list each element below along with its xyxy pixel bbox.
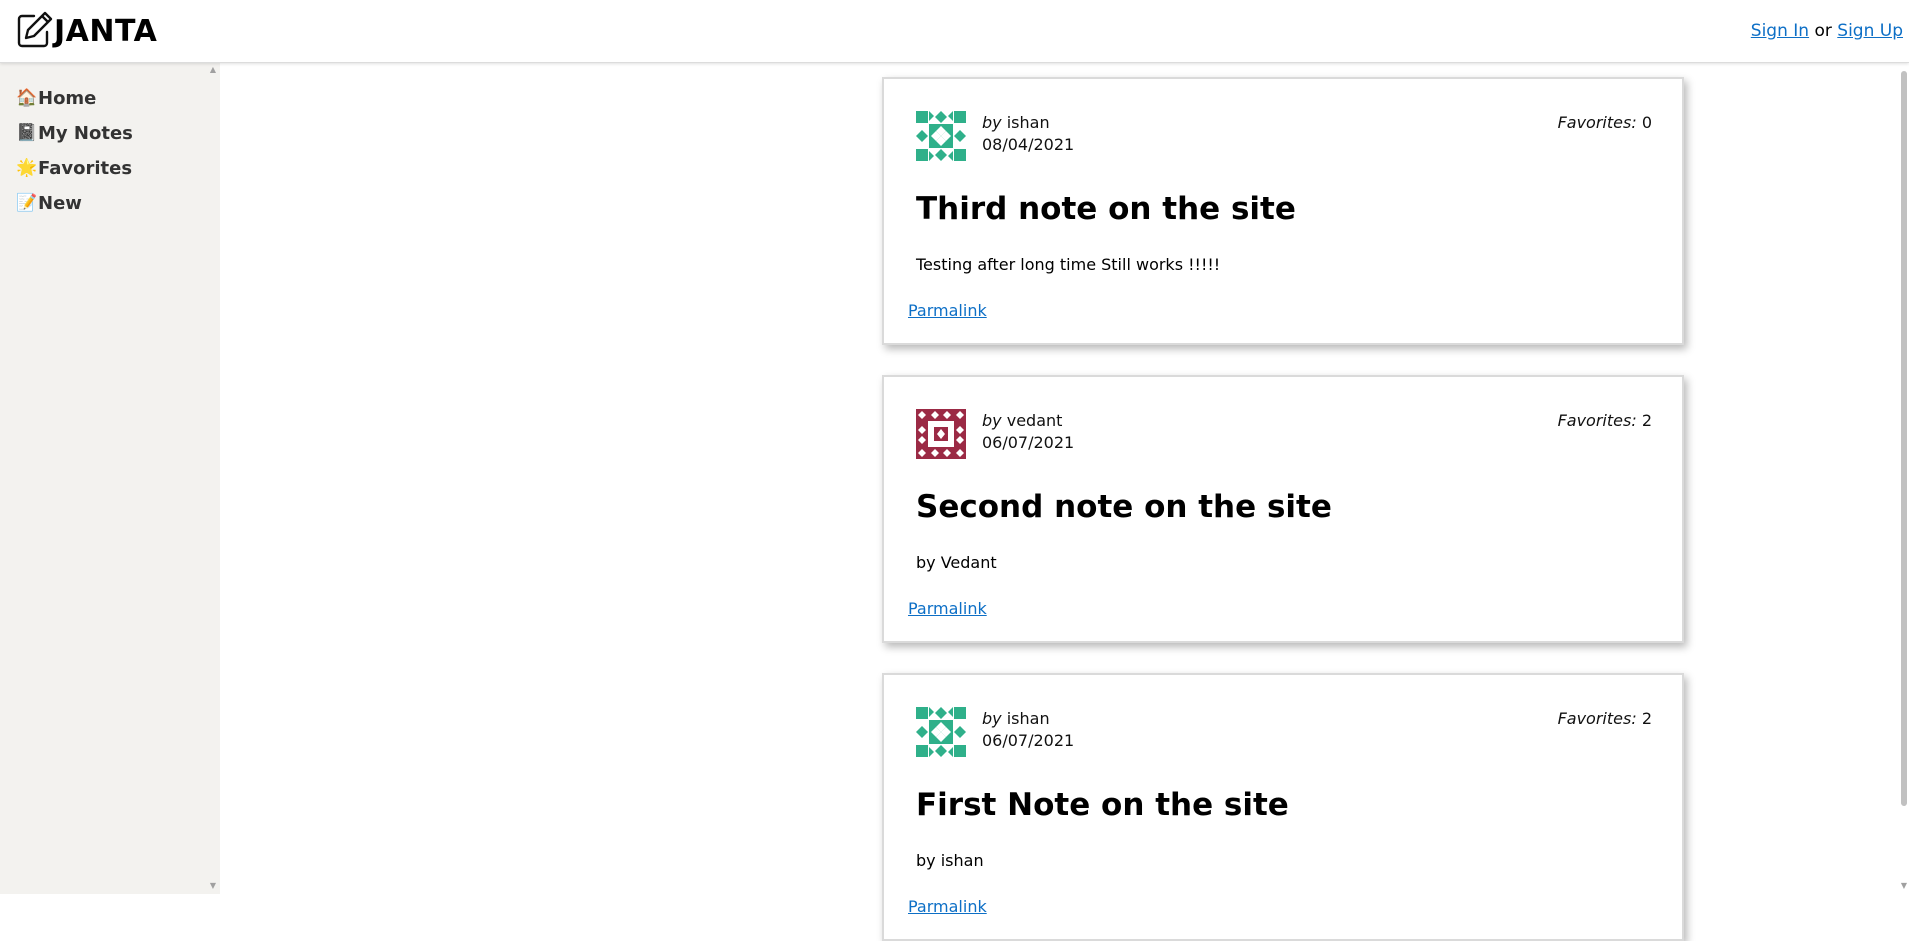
note-content: by ishan [916, 851, 984, 870]
page-scrollbar[interactable]: ▼ [1899, 63, 1909, 894]
by-label: by [982, 113, 1002, 132]
sidebar-item-home[interactable]: 🏠 Home [16, 84, 96, 112]
note-content: Testing after long time Still works !!!!… [916, 255, 1221, 274]
star-icon: 🌟 [16, 158, 38, 178]
favorites-count: Favorites: 2 [1558, 410, 1652, 432]
note-card: by ishan 06/07/2021 Favorites: 2 First N… [882, 673, 1684, 941]
memo-icon: 📝 [16, 193, 38, 213]
note-meta: by vedant 06/07/2021 [982, 410, 1074, 454]
note-card: by ishan 08/04/2021 Favorites: 0 Third n… [882, 77, 1684, 345]
sidebar-item-label: Favorites [38, 157, 133, 179]
favorites-label: Favorites: [1557, 411, 1637, 430]
sidebar-scroll-down-icon[interactable]: ▼ [208, 881, 218, 891]
favorites-count: Favorites: 2 [1558, 708, 1652, 730]
sidebar-item-label: My Notes [38, 122, 133, 144]
note-meta: by ishan 08/04/2021 [982, 112, 1074, 156]
note-author: ishan [1006, 113, 1050, 132]
edit-note-icon[interactable] [14, 10, 54, 50]
permalink-link[interactable]: Parmalink [908, 896, 987, 918]
author-avatar[interactable] [916, 111, 966, 161]
sidebar-item-favorites[interactable]: 🌟 Favorites [16, 154, 132, 182]
note-author: ishan [1006, 709, 1050, 728]
site-logo-text[interactable]: JANTA [54, 12, 157, 52]
favorites-count: Favorites: 0 [1558, 112, 1652, 134]
sidebar-scroll-up-icon[interactable]: ▲ [208, 65, 218, 75]
sidebar-item-label: New [38, 192, 82, 214]
note-date: 06/07/2021 [982, 433, 1075, 452]
note-title: Third note on the site [916, 191, 1296, 227]
note-date: 08/04/2021 [982, 135, 1075, 154]
permalink-link[interactable]: Parmalink [908, 300, 987, 322]
site-header: JANTA Sign In or Sign Up [0, 0, 1909, 63]
note-meta: by ishan 06/07/2021 [982, 708, 1074, 752]
notes-feed: by ishan 08/04/2021 Favorites: 0 Third n… [220, 63, 1909, 941]
permalink-link[interactable]: Parmalink [908, 598, 987, 620]
sign-up-link[interactable]: Sign Up [1837, 21, 1903, 41]
house-icon: 🏠 [16, 88, 38, 108]
by-label: by [982, 411, 1002, 430]
by-label: by [982, 709, 1002, 728]
favorites-label: Favorites: [1557, 709, 1637, 728]
author-avatar[interactable] [916, 409, 966, 459]
sidebar-item-label: Home [38, 87, 97, 109]
notebook-icon: 📓 [16, 123, 38, 143]
favorites-value: 0 [1641, 113, 1652, 132]
favorites-label: Favorites: [1557, 113, 1637, 132]
sidebar-item-my-notes[interactable]: 📓 My Notes [16, 119, 133, 147]
scrollbar-thumb[interactable] [1901, 71, 1907, 806]
note-date: 06/07/2021 [982, 731, 1075, 750]
author-avatar[interactable] [916, 707, 966, 757]
sidebar: ▲ 🏠 Home 📓 My Notes 🌟 Favorites 📝 New ▼ [0, 63, 220, 894]
note-title: Second note on the site [916, 489, 1332, 525]
note-title: First Note on the site [916, 787, 1289, 823]
auth-links: Sign In or Sign Up [1751, 20, 1903, 42]
note-content: by Vedant [916, 553, 997, 572]
note-card: by vedant 06/07/2021 Favorites: 2 Second… [882, 375, 1684, 643]
scroll-down-icon[interactable]: ▼ [1899, 881, 1909, 890]
or-text: or [1814, 21, 1832, 41]
favorites-value: 2 [1641, 709, 1652, 728]
favorites-value: 2 [1641, 411, 1652, 430]
note-author: vedant [1006, 411, 1063, 430]
sign-in-link[interactable]: Sign In [1751, 21, 1809, 41]
sidebar-item-new[interactable]: 📝 New [16, 189, 82, 217]
